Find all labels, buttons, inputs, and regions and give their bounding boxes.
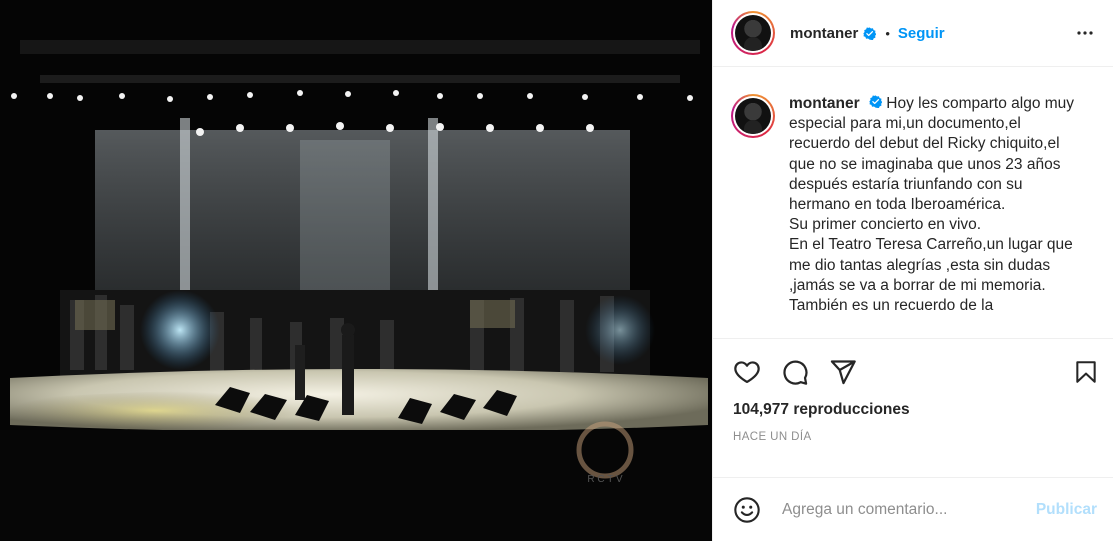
caption-line: En el Teatro Teresa Carreño,un lugar que (789, 236, 1073, 254)
caption-username[interactable]: montaner (789, 95, 860, 112)
channel-logo-text: R C T V (587, 474, 623, 485)
heart-icon[interactable] (733, 358, 761, 386)
post-video[interactable]: R C T V (0, 0, 712, 541)
view-count[interactable]: 104,977 reproducciones (713, 401, 1113, 419)
header-separator: • (885, 25, 890, 41)
caption-line-first: montaner Hoy les comparto algo muy (789, 94, 1097, 114)
header-username[interactable]: montaner (790, 25, 858, 42)
caption-line: que no se imaginaba que unos 23 años (789, 155, 1061, 173)
caption-line: Hoy les comparto algo muy (886, 95, 1075, 112)
action-bar (713, 339, 1113, 403)
publish-button[interactable]: Publicar (1036, 501, 1097, 519)
emoji-smiley-icon[interactable] (733, 496, 761, 524)
instagram-post: R C T V montaner • Seguir montaner Hoy l… (0, 0, 1113, 541)
caption-line: después estaría triunfando con su (789, 175, 1023, 193)
follow-button[interactable]: Seguir (898, 25, 945, 42)
paper-plane-icon[interactable] (829, 358, 857, 386)
post-side-panel: montaner • Seguir montaner Hoy les compa… (712, 0, 1113, 541)
more-options-icon[interactable] (1073, 21, 1097, 45)
caption-line: especial para mi,un documento,el (789, 115, 1021, 133)
post-timestamp[interactable]: HACE UN DÍA (713, 431, 1113, 443)
comment-bar: Publicar (713, 477, 1113, 541)
comment-input[interactable] (780, 499, 1036, 520)
post-header: montaner • Seguir (713, 0, 1113, 67)
caption-line: ,jamás se va a borrar de mi memoria. (789, 276, 1046, 294)
avatar-story-ring[interactable] (731, 11, 775, 55)
caption-line: me dio tantas alegrías ,esta sin dudas (789, 256, 1051, 274)
comment-bubble-icon[interactable] (781, 358, 809, 386)
caption-verified-badge-icon (869, 95, 882, 108)
avatar[interactable] (735, 15, 771, 51)
caption-text: montaner Hoy les comparto algo muy espec… (789, 94, 1097, 338)
caption-area: montaner Hoy les comparto algo muy espec… (713, 67, 1113, 339)
caption-line: Su primer concierto en vivo. (789, 216, 982, 234)
caption-line: recuerdo del debut del Ricky chiquito,el (789, 135, 1060, 153)
bookmark-icon[interactable] (1073, 358, 1099, 386)
caption-line: También es un recuerdo de la (789, 297, 994, 315)
caption-avatar-story-ring[interactable] (731, 94, 775, 138)
caption-avatar[interactable] (735, 98, 771, 134)
caption-line: hermano en toda Iberoamérica. (789, 196, 1006, 214)
verified-badge-icon (863, 26, 877, 40)
concert-video-frame: R C T V (0, 0, 712, 541)
